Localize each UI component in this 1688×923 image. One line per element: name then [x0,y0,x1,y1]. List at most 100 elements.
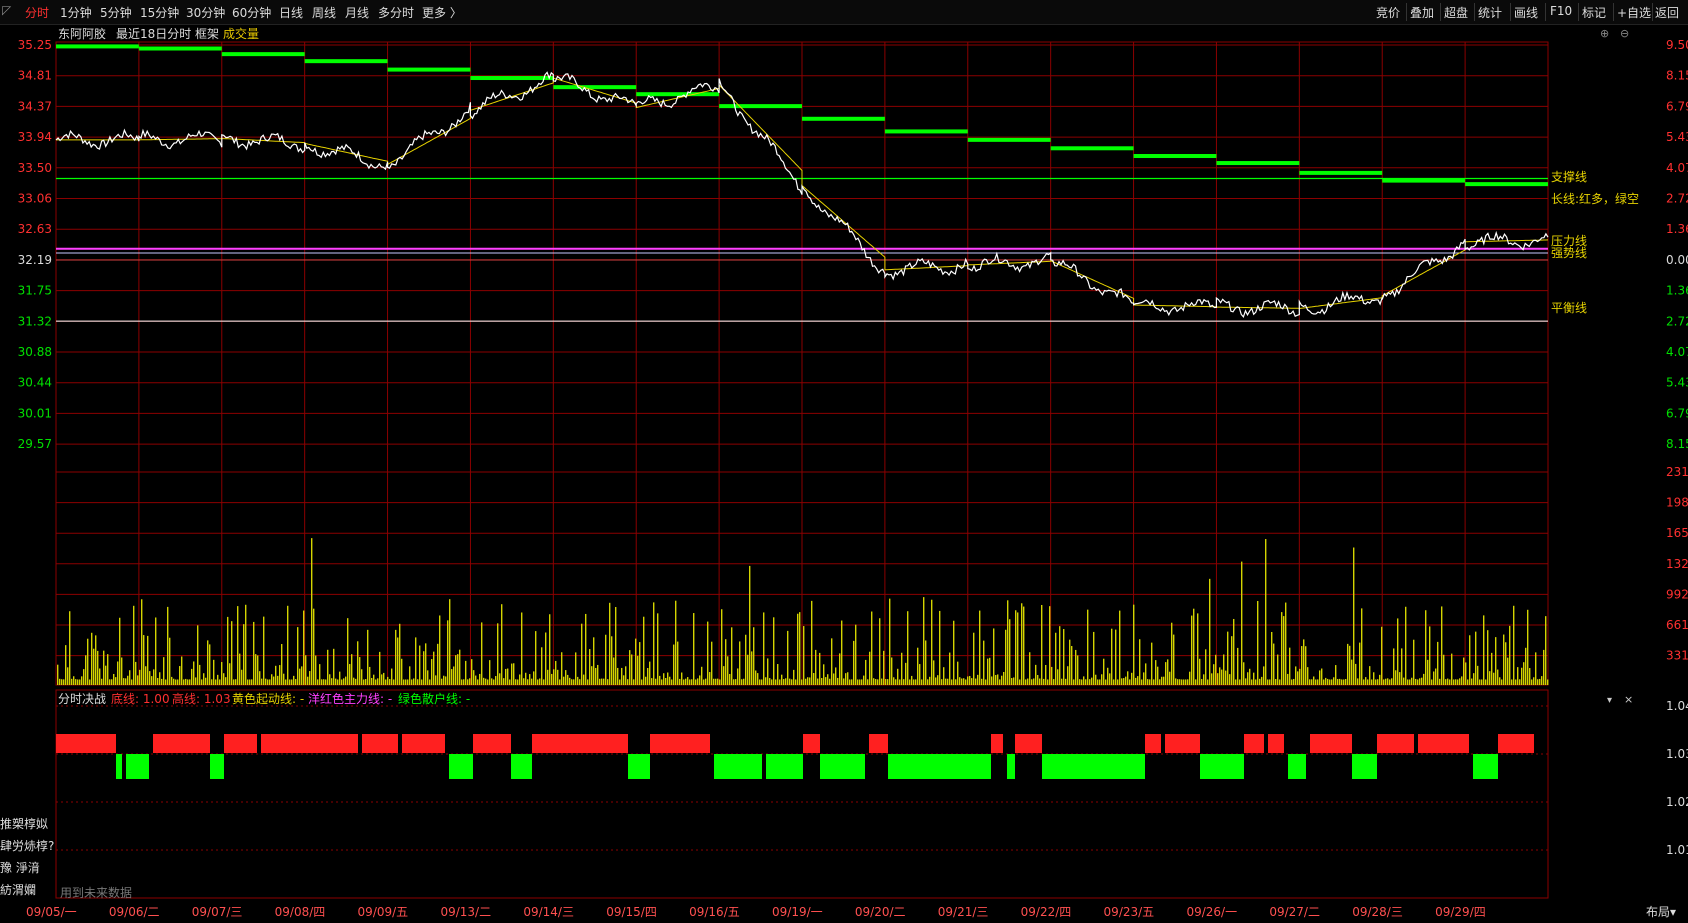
long-line-step [1382,178,1466,183]
signal-red-bar [362,734,398,753]
volume-bar [1431,679,1433,685]
layout-button[interactable]: 布局▾ [1646,903,1676,920]
close-icon[interactable]: × [1624,693,1633,706]
volume-bar [715,678,717,685]
volume-bar [795,679,797,685]
volume-bar [811,600,813,685]
volume-bar [1321,668,1323,685]
volume-bar [1225,670,1227,685]
volume-bar [1265,539,1267,685]
volume-bar [1349,645,1351,685]
volume-bar [959,677,961,685]
volume-bar [1027,678,1029,685]
volume-bar [485,678,487,685]
volume-bar [1207,679,1209,685]
volume-bar [1233,618,1235,685]
volume-bar [479,673,481,685]
volume-bar [633,679,635,685]
volume-bar [597,664,599,685]
volume-bar [1449,679,1451,685]
volume-bar [201,679,203,685]
volume-bar [575,652,577,685]
volume-bar [115,677,117,685]
lower-panel-title[interactable]: 分时决战 [58,692,106,706]
expand-icon[interactable]: ⊕ [1600,27,1609,40]
dropdown-icon[interactable]: ▾ [1607,695,1612,706]
volume-bar [419,645,421,685]
strong-line-label: 强势线 [1551,246,1587,260]
volume-bar [1279,679,1281,685]
volume-bar [677,641,679,685]
volume-bar [1521,667,1523,685]
volume-bar [1181,679,1183,685]
volume-bar [307,676,309,685]
volume-bar [563,676,565,685]
collapse-icon[interactable]: ⊖ [1620,27,1629,40]
volume-bar [387,676,389,685]
volume-bar [1239,679,1241,685]
volume-bar [371,677,373,685]
volume-bar [1183,679,1185,685]
volume-bar [381,674,383,685]
volume-bar [1501,679,1503,685]
volume-bar [581,623,583,685]
volume-bar [1515,679,1517,685]
volume-bar [167,606,169,685]
volume-bar [843,678,845,685]
volume-bar [537,679,539,685]
volume-bar [205,677,207,685]
volume-bar [713,678,715,685]
volume-bar [517,679,519,685]
indicator-label[interactable]: 成交量 [223,26,259,41]
volume-bar [1487,630,1489,685]
intraday-chart[interactable]: 35.25 34.81 34.37 33.94 33.50 33.06 32.63 32.19… [0,0,1688,923]
volume-bar [739,641,741,685]
volume-bar [153,669,155,685]
volume-bar [1163,676,1165,685]
volume-bar [919,664,921,685]
volume-bar [247,679,249,685]
volume-bar [1097,679,1099,685]
volume-bar [1023,606,1025,685]
signal-green-bar [641,754,650,779]
signal-red-bar [285,734,329,753]
volume-bar [911,675,913,685]
volume-bar [1323,679,1325,685]
volume-bar [463,679,465,685]
volume-bar [1413,639,1415,685]
price-tick-label: 32.19 [18,253,52,267]
volume-bar [499,673,501,685]
signal-green-bar [116,754,122,779]
volume-bar [1241,561,1243,685]
signal-red-bar [1145,734,1161,753]
volume-bar [927,679,929,685]
volume-bar [763,612,765,685]
volume-bar [1145,663,1147,685]
volume-bar [1351,659,1353,685]
volume-bar [973,632,975,685]
volume-bar [383,672,385,685]
volume-bar [1209,578,1211,685]
volume-bar [1361,608,1363,685]
volume-bar [529,674,531,685]
volume-bar [453,666,455,685]
volume-bar [265,678,267,685]
volume-bar [953,620,955,685]
frame-label[interactable]: 框架 [195,27,219,41]
long-line-step [553,85,637,90]
volume-bar [353,677,355,685]
volume-bar [775,679,777,685]
volume-bar [583,674,585,685]
volume-bar [943,667,945,685]
volume-bar [1001,675,1003,685]
volume-bar [997,674,999,685]
volume-bar [949,652,951,685]
volume-bar [449,599,451,685]
volume-bar [343,678,345,685]
volume-bar [903,679,905,685]
volume-bar [335,678,337,685]
date-tick-label: 09/08/四 [275,905,326,919]
volume-bar [319,664,321,685]
signal-bars [56,734,1534,779]
volume-bar [1125,676,1127,685]
